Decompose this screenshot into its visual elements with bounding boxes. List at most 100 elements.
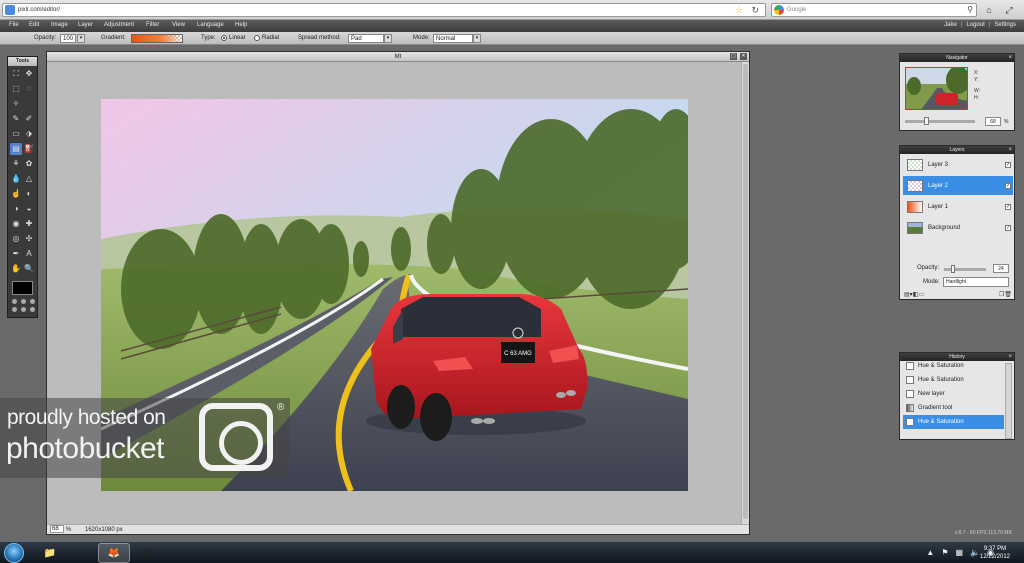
wand-icon[interactable]: ✧ [10, 98, 22, 110]
zoom-slider[interactable] [905, 117, 975, 125]
menu-file[interactable]: File [9, 22, 19, 28]
settings-link[interactable]: Settings [994, 22, 1016, 28]
menu-view[interactable]: View [172, 22, 185, 28]
layer-mode-select[interactable]: Hardlight [943, 277, 1009, 287]
spot-heal-icon[interactable]: ✚ [23, 218, 35, 230]
drop-icon[interactable]: 💧 [10, 173, 22, 185]
pencil-icon[interactable]: ✎ [10, 113, 22, 125]
zoom-input[interactable]: 68 [50, 525, 64, 533]
visibility-checkbox[interactable]: ✓ [1005, 182, 1011, 189]
dot[interactable] [21, 299, 26, 304]
hand-icon[interactable]: ✋ [10, 263, 22, 275]
smudge-icon[interactable]: ☝ [10, 188, 22, 200]
bloat-icon[interactable]: ◎ [10, 233, 22, 245]
clone-icon[interactable]: ⚘ [10, 158, 22, 170]
layer-row[interactable]: Background ✓ [903, 218, 1013, 237]
layer-style-icon[interactable]: ▤▾ [904, 291, 913, 298]
mode-select[interactable]: Normal [433, 34, 473, 43]
color-replace-icon[interactable]: ✿ [23, 158, 35, 170]
marquee-icon[interactable]: ⬚ [10, 83, 22, 95]
history-item[interactable]: New layer [903, 387, 1004, 401]
brush-icon[interactable]: ✐ [23, 113, 35, 125]
dodge-icon[interactable]: ◑ [10, 203, 22, 215]
scroll-thumb[interactable] [743, 64, 748, 519]
picker-icon[interactable]: ✒ [10, 248, 22, 260]
app-icon[interactable]: ▣ [131, 543, 163, 563]
tray-expand-icon[interactable]: ▲ [926, 548, 934, 557]
menu-filter[interactable]: Filter [146, 22, 159, 28]
layer-row[interactable]: Layer 1 ✓ [903, 197, 1013, 216]
move-icon[interactable]: ✥ [23, 68, 35, 80]
clock[interactable]: 9:37 PM 12/22/2012 [972, 545, 1018, 561]
close-icon[interactable]: × [1008, 54, 1012, 62]
gradient-icon[interactable]: ▤ [10, 143, 22, 155]
menu-image[interactable]: Image [51, 22, 68, 28]
lasso-icon[interactable]: ◌ [23, 83, 35, 95]
address-bar[interactable]: pixlr.com/editor/ ☆ ↻ [2, 3, 766, 17]
dot[interactable] [30, 307, 35, 312]
explorer-icon[interactable]: 📁 [34, 543, 66, 563]
maximize-button[interactable]: ▢ [730, 53, 737, 60]
delete-layer-icon[interactable]: 🗑 [1004, 291, 1012, 298]
bucket-icon[interactable]: ⛽ [23, 143, 35, 155]
linear-radio[interactable] [221, 35, 227, 41]
navigator-thumbnail[interactable] [905, 67, 968, 110]
dot[interactable] [21, 307, 26, 312]
pinch-icon[interactable]: ✣ [23, 233, 35, 245]
close-icon[interactable]: × [1008, 146, 1012, 154]
radial-radio[interactable] [254, 35, 260, 41]
visibility-checkbox[interactable]: ✓ [1005, 161, 1011, 168]
layer-row[interactable]: Layer 2 ✓ [903, 176, 1013, 195]
sharpen-icon[interactable]: △ [23, 173, 35, 185]
menu-layer[interactable]: Layer [78, 22, 93, 28]
text-icon[interactable]: A [23, 248, 35, 260]
opacity-dropdown-icon[interactable]: ▾ [77, 34, 85, 43]
spread-dropdown-icon[interactable]: ▾ [384, 34, 392, 43]
navigator-zoom-input[interactable]: 68 [985, 117, 1001, 126]
history-item[interactable]: Hue & Saturation [903, 359, 1004, 373]
layer-opacity-slider[interactable] [944, 265, 986, 273]
media-player-icon[interactable]: ▶ [66, 543, 98, 563]
layer-opacity-knob[interactable] [951, 265, 955, 273]
redeye-icon[interactable]: ◉ [10, 218, 22, 230]
start-button-icon[interactable] [4, 543, 24, 563]
close-canvas-button[interactable]: ✕ [740, 53, 747, 60]
history-item[interactable]: Hue & Saturation [903, 415, 1004, 429]
layer-row[interactable]: Layer 3 ✓ [903, 155, 1013, 174]
layer-opacity-input[interactable]: 24 [993, 264, 1009, 273]
history-scrollbar[interactable] [1005, 363, 1012, 439]
spread-select[interactable]: Pad [348, 34, 384, 43]
gradient-swatch[interactable] [131, 34, 183, 43]
zoom-icon[interactable]: 🔍 [23, 263, 35, 275]
search-icon[interactable]: ⚲ [967, 5, 973, 14]
fullscreen-icon[interactable]: ⤢ [1002, 3, 1016, 17]
burn-icon[interactable]: ◒ [23, 203, 35, 215]
close-icon[interactable]: × [1008, 353, 1012, 361]
menu-edit[interactable]: Edit [29, 22, 39, 28]
crop-icon[interactable]: ⛶ [10, 68, 22, 80]
history-item[interactable]: Gradient tool [903, 401, 1004, 415]
opacity-input[interactable]: 100 [60, 34, 76, 43]
visibility-checkbox[interactable]: ✓ [1005, 203, 1011, 210]
network-icon[interactable]: ▦ [955, 548, 963, 557]
home-icon[interactable]: ⌂ [982, 3, 996, 17]
menu-adjustment[interactable]: Adjustment [104, 22, 134, 28]
canvas-scrollbar[interactable] [741, 62, 749, 525]
logout-link[interactable]: Logout [966, 22, 984, 28]
menu-help[interactable]: Help [235, 22, 247, 28]
dot[interactable] [12, 299, 17, 304]
history-item[interactable]: Hue & Saturation [903, 373, 1004, 387]
replace-color-icon[interactable]: ⬗ [23, 128, 35, 140]
dot[interactable] [30, 299, 35, 304]
dot[interactable] [12, 307, 17, 312]
visibility-checkbox[interactable]: ✓ [1005, 224, 1011, 231]
bookmark-star-icon[interactable]: ☆ [735, 5, 743, 16]
flag-icon[interactable]: ⚑ [941, 548, 948, 557]
mode-dropdown-icon[interactable]: ▾ [473, 34, 481, 43]
firefox-icon[interactable]: 🦊 [98, 543, 130, 563]
foreground-color-swatch[interactable] [12, 281, 33, 295]
reload-icon[interactable]: ↻ [751, 5, 759, 16]
menu-language[interactable]: Language [197, 22, 224, 28]
sponge-icon[interactable]: ◐ [23, 188, 35, 200]
zoom-slider-knob[interactable] [924, 117, 929, 125]
